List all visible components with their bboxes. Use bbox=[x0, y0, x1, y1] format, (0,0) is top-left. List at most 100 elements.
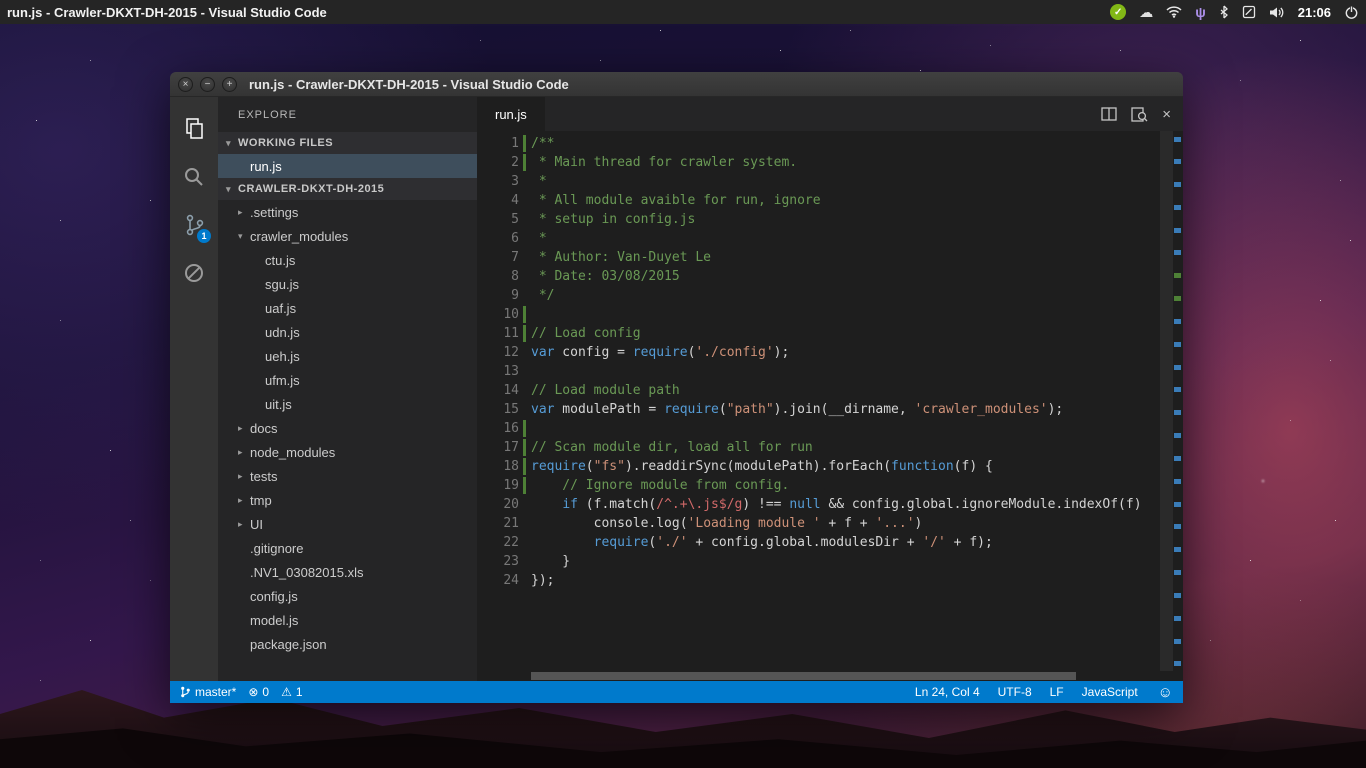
window-minimize-button[interactable]: − bbox=[200, 77, 215, 92]
horizontal-scrollbar-thumb[interactable] bbox=[531, 672, 1076, 680]
tree-item[interactable]: ▸docs bbox=[218, 416, 477, 440]
volume-icon[interactable] bbox=[1269, 6, 1285, 19]
tree-item[interactable]: model.js bbox=[218, 608, 477, 632]
tree-item[interactable]: udn.js bbox=[218, 320, 477, 344]
tree-item[interactable]: ▸.settings bbox=[218, 200, 477, 224]
git-branch-indicator[interactable]: master* bbox=[180, 685, 236, 699]
code-line[interactable]: 23 } bbox=[477, 552, 1183, 571]
code-line[interactable]: 16 bbox=[477, 419, 1183, 438]
code-text: // Ignore module from config. bbox=[531, 476, 789, 495]
code-line[interactable]: 10 bbox=[477, 305, 1183, 324]
code-line[interactable]: 13 bbox=[477, 362, 1183, 381]
line-number: 23 bbox=[477, 552, 519, 571]
code-line[interactable]: 21 console.log('Loading module ' + f + '… bbox=[477, 514, 1183, 533]
indicator-icon[interactable]: ψ bbox=[1195, 5, 1206, 19]
window-maximize-button[interactable]: + bbox=[222, 77, 237, 92]
tree-item[interactable]: ▾crawler_modules bbox=[218, 224, 477, 248]
split-editor-icon[interactable] bbox=[1101, 107, 1117, 121]
ruler-mark bbox=[1174, 159, 1181, 164]
line-number: 19 bbox=[477, 476, 519, 495]
code-line[interactable]: 22 require('./' + config.global.modulesD… bbox=[477, 533, 1183, 552]
tree-item-label: .settings bbox=[250, 205, 298, 220]
language-indicator[interactable]: JavaScript bbox=[1082, 685, 1138, 699]
tree-item[interactable]: package.json bbox=[218, 632, 477, 656]
weather-icon[interactable]: ☁ bbox=[1139, 5, 1153, 19]
tree-item[interactable]: .gitignore bbox=[218, 536, 477, 560]
horizontal-scrollbar[interactable] bbox=[531, 672, 1157, 681]
encoding-indicator[interactable]: UTF-8 bbox=[998, 685, 1032, 699]
code-line[interactable]: 18require("fs").readdirSync(modulePath).… bbox=[477, 457, 1183, 476]
tree-item[interactable]: uit.js bbox=[218, 392, 477, 416]
line-number: 21 bbox=[477, 514, 519, 533]
explorer-icon[interactable] bbox=[170, 105, 218, 153]
code-text: * Main thread for crawler system. bbox=[531, 153, 797, 172]
ruler-mark bbox=[1174, 342, 1181, 347]
code-text: require('./' + config.global.modulesDir … bbox=[531, 533, 993, 552]
tree-item[interactable]: ueh.js bbox=[218, 344, 477, 368]
clock[interactable]: 21:06 bbox=[1298, 5, 1331, 20]
tree-item[interactable]: ▸tests bbox=[218, 464, 477, 488]
ruler-mark bbox=[1174, 547, 1181, 552]
line-number: 6 bbox=[477, 229, 519, 248]
tree-item[interactable]: ▸UI bbox=[218, 512, 477, 536]
code-line[interactable]: 19 // Ignore module from config. bbox=[477, 476, 1183, 495]
tree-item[interactable]: ▸node_modules bbox=[218, 440, 477, 464]
git-gutter-marker bbox=[519, 419, 531, 438]
preview-icon[interactable] bbox=[1131, 107, 1148, 122]
code-line[interactable]: 7 * Author: Van-Duyet Le bbox=[477, 248, 1183, 267]
git-gutter-marker bbox=[519, 457, 531, 476]
line-number: 16 bbox=[477, 419, 519, 438]
tree-item[interactable]: config.js bbox=[218, 584, 477, 608]
git-icon[interactable]: 1 bbox=[170, 201, 218, 249]
tree-item[interactable]: ctu.js bbox=[218, 248, 477, 272]
line-number: 22 bbox=[477, 533, 519, 552]
error-count[interactable]: ⊗ 0 bbox=[248, 685, 269, 699]
tree-item[interactable]: run.js bbox=[218, 154, 477, 178]
code-text: }); bbox=[531, 571, 554, 590]
tree-section-header[interactable]: ▾WORKING FILES bbox=[218, 132, 477, 154]
code-line[interactable]: 6 * bbox=[477, 229, 1183, 248]
notes-icon[interactable] bbox=[1242, 5, 1256, 19]
ruler-mark bbox=[1174, 593, 1181, 598]
power-icon[interactable] bbox=[1344, 5, 1359, 20]
code-area[interactable]: 1/**2 * Main thread for crawler system.3… bbox=[477, 131, 1183, 681]
updates-ok-icon[interactable]: ✓ bbox=[1110, 4, 1126, 20]
warning-count[interactable]: ⚠ 1 bbox=[281, 685, 302, 699]
code-line[interactable]: 20 if (f.match(/^.+\.js$/g) !== null && … bbox=[477, 495, 1183, 514]
code-line[interactable]: 24}); bbox=[477, 571, 1183, 590]
code-line[interactable]: 2 * Main thread for crawler system. bbox=[477, 153, 1183, 172]
tree-section-header[interactable]: ▾CRAWLER-DKXT-DH-2015 bbox=[218, 178, 477, 200]
code-line[interactable]: 11// Load config bbox=[477, 324, 1183, 343]
cursor-position[interactable]: Ln 24, Col 4 bbox=[915, 685, 980, 699]
code-line[interactable]: 17// Scan module dir, load all for run bbox=[477, 438, 1183, 457]
tab-run-js[interactable]: run.js bbox=[477, 97, 545, 131]
code-line[interactable]: 14// Load module path bbox=[477, 381, 1183, 400]
code-line[interactable]: 1/** bbox=[477, 134, 1183, 153]
code-line[interactable]: 8 * Date: 03/08/2015 bbox=[477, 267, 1183, 286]
tree-item[interactable]: sgu.js bbox=[218, 272, 477, 296]
search-icon[interactable] bbox=[170, 153, 218, 201]
line-number: 10 bbox=[477, 305, 519, 324]
code-text: * setup in config.js bbox=[531, 210, 695, 229]
code-line[interactable]: 4 * All module avaible for run, ignore bbox=[477, 191, 1183, 210]
code-line[interactable]: 15var modulePath = require("path").join(… bbox=[477, 400, 1183, 419]
code-line[interactable]: 9 */ bbox=[477, 286, 1183, 305]
wifi-icon[interactable] bbox=[1166, 6, 1182, 18]
tree-item[interactable]: ▸tmp bbox=[218, 488, 477, 512]
window-close-button[interactable]: × bbox=[178, 77, 193, 92]
eol-indicator[interactable]: LF bbox=[1050, 685, 1064, 699]
code-line[interactable]: 3 * bbox=[477, 172, 1183, 191]
close-editor-icon[interactable]: × bbox=[1162, 106, 1171, 123]
code-line[interactable]: 5 * setup in config.js bbox=[477, 210, 1183, 229]
code-line[interactable]: 12var config = require('./config'); bbox=[477, 343, 1183, 362]
tree-item[interactable]: ufm.js bbox=[218, 368, 477, 392]
tree-item-label: package.json bbox=[250, 637, 327, 652]
tree-item-label: CRAWLER-DKXT-DH-2015 bbox=[238, 183, 384, 195]
tree-item[interactable]: uaf.js bbox=[218, 296, 477, 320]
window-titlebar[interactable]: × − + run.js - Crawler-DKXT-DH-2015 - Vi… bbox=[170, 72, 1183, 97]
debug-icon[interactable] bbox=[170, 249, 218, 297]
tree-item[interactable]: .NV1_03082015.xls bbox=[218, 560, 477, 584]
feedback-smiley-icon[interactable]: ☺ bbox=[1158, 684, 1173, 701]
vertical-scrollbar[interactable] bbox=[1160, 131, 1173, 671]
bluetooth-icon[interactable] bbox=[1219, 5, 1229, 19]
